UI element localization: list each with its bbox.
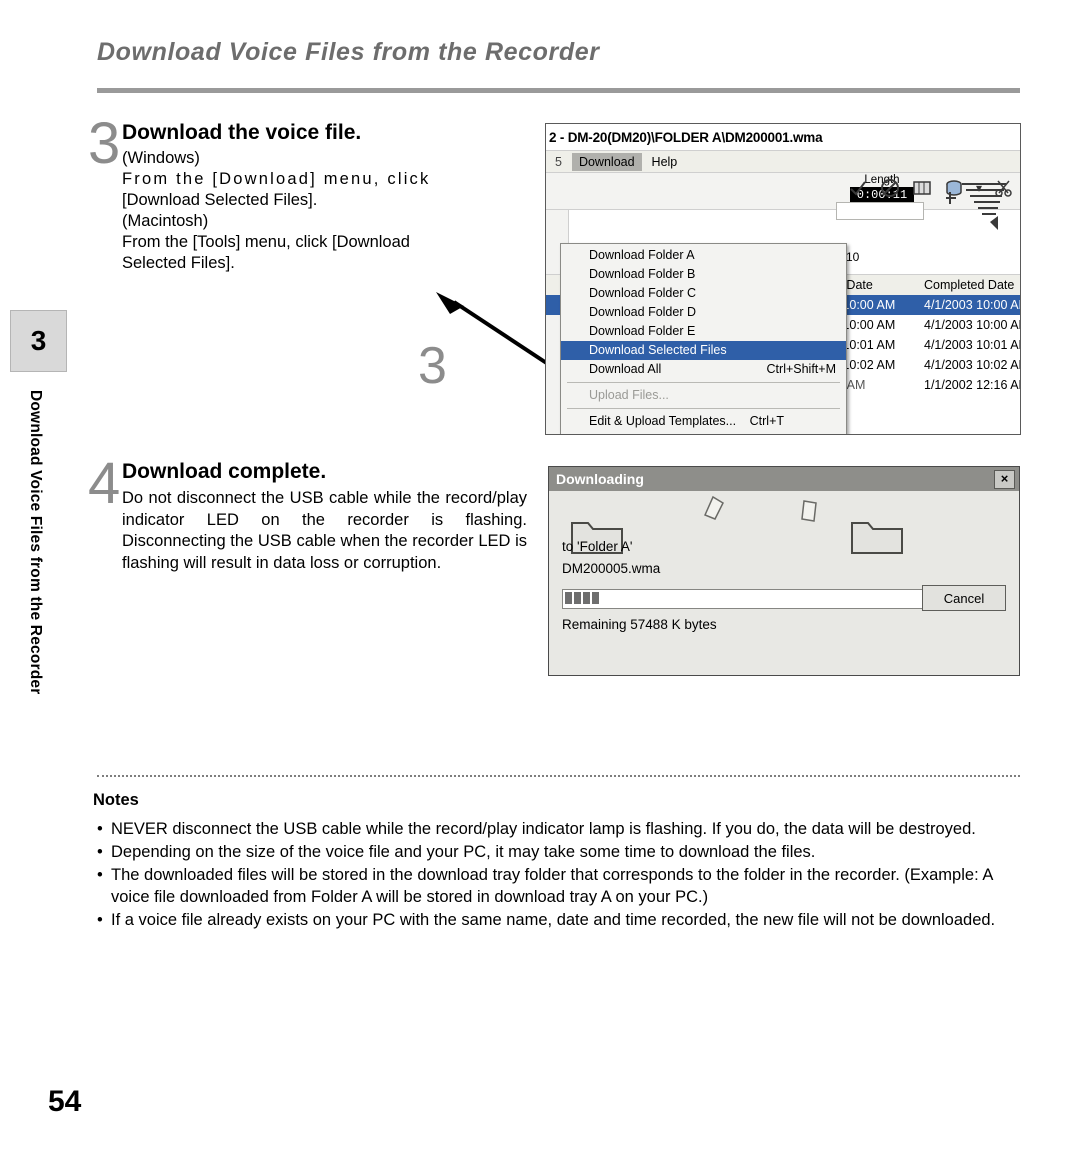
value-field[interactable] — [836, 202, 924, 220]
note-item: • NEVER disconnect the USB cable while t… — [95, 818, 1022, 840]
check-icon[interactable] — [848, 178, 868, 198]
dialog-body: to 'Folder A' DM200005.wma Cancel Remain… — [549, 491, 1019, 673]
step-3-number: 3 — [88, 111, 121, 176]
note-item: • Depending on the size of the voice fil… — [95, 841, 1022, 863]
notes-heading: Notes — [93, 791, 139, 809]
step-4-body: Do not disconnect the USB cable while th… — [122, 489, 527, 572]
step-3-line-4: (Macintosh) — [122, 212, 209, 230]
note-text: NEVER disconnect the USB cable while the… — [111, 820, 976, 838]
step-3-line-5: From the [Tools] menu, click [Download — [122, 233, 410, 251]
progress-block — [592, 592, 599, 604]
menu-option-shortcut: Ctrl+Shift+M — [766, 362, 836, 376]
menu-option-transfer-date-time[interactable]: Transfer Date/Time... — [561, 431, 846, 434]
page-number: 54 — [48, 1085, 82, 1118]
destination-folder-icon — [851, 522, 903, 554]
menu-window-title: 2 - DM-20(DM20)\FOLDER A\DM200001.wma — [549, 129, 823, 145]
close-icon[interactable]: × — [994, 469, 1015, 489]
menu-option-edit-upload-templates[interactable]: Edit & Upload Templates... Ctrl+T — [561, 412, 846, 431]
step-4-heading: Download complete. — [122, 460, 327, 483]
destination-folder-label: to 'Folder A' — [562, 539, 633, 554]
step-3-line-6: Selected Files]. — [122, 254, 235, 272]
menu-option-download-folder-c[interactable]: Download Folder C — [561, 284, 846, 303]
progress-block — [583, 592, 590, 604]
downloading-dialog: Downloading × to 'Folder A' DM200005.wma… — [548, 466, 1020, 676]
menu-bar: 5 Download Help — [546, 151, 1020, 173]
menu-item-help[interactable]: Help — [645, 153, 685, 171]
progress-block — [565, 592, 572, 604]
notes-divider — [97, 775, 1020, 777]
menu-option-download-selected-files[interactable]: Download Selected Files — [561, 341, 846, 360]
row-cell-completed: 1/1/2002 12:16 AM — [924, 378, 1021, 392]
step-3-line-2: From the [Download] menu, click — [122, 170, 431, 188]
bullet-icon: • — [97, 866, 103, 884]
note-text: If a voice file already exists on your P… — [111, 911, 996, 929]
download-dropdown-menu[interactable]: Download Folder A Download Folder B Down… — [560, 243, 847, 434]
menu-separator — [567, 382, 840, 383]
remaining-bytes-label: Remaining 57488 K bytes — [562, 617, 717, 632]
row-cell-completed: 4/1/2003 10:00 AM — [924, 298, 1021, 312]
notes-list: • NEVER disconnect the USB cable while t… — [95, 818, 1022, 932]
page-header: Download Voice Files from the Recorder — [97, 38, 1020, 67]
step-3-line-1: (Windows) — [122, 149, 200, 167]
bullet-icon: • — [97, 820, 103, 838]
menu-option-download-folder-a[interactable]: Download Folder A — [561, 246, 846, 265]
menu-option-label: Edit & Upload Templates... — [589, 414, 737, 428]
menu-option-download-all[interactable]: Download All Ctrl+Shift+M — [561, 360, 846, 379]
chapter-vertical-label: Download Voice Files from the Recorder — [27, 390, 44, 695]
chapter-tab: 3 — [10, 310, 67, 372]
menu-window-titlebar: 2 - DM-20(DM20)\FOLDER A\DM200001.wma — [546, 124, 1020, 151]
menu-separator — [567, 408, 840, 409]
note-text: Depending on the size of the voice file … — [111, 843, 816, 861]
header-divider — [97, 88, 1020, 93]
step-4-number: 4 — [88, 451, 121, 516]
step-3-line-3: [Download Selected Files]. — [122, 191, 318, 209]
pointer-arrow-icon — [436, 292, 550, 366]
menu-option-upload-files: Upload Files... — [589, 388, 669, 402]
note-item: • The downloaded files will be stored in… — [95, 864, 1022, 908]
menubar-left-char: 5 — [555, 154, 562, 169]
prohibit-icon[interactable] — [880, 178, 900, 198]
dialog-titlebar: Downloading × — [549, 467, 1019, 491]
row-cell-completed: 4/1/2003 10:01 AM — [924, 338, 1021, 352]
row-cell-completed: 4/1/2003 10:00 AM — [924, 318, 1021, 332]
progress-block — [574, 592, 581, 604]
cancel-button[interactable]: Cancel — [922, 585, 1006, 611]
dialog-title: Downloading — [556, 471, 644, 487]
waveform-icon — [946, 183, 1006, 230]
progress-blocks — [565, 592, 923, 604]
flying-document-icon — [801, 500, 817, 522]
screenshot-menu-window: 2 - DM-20(DM20)\FOLDER A\DM200001.wma 5 … — [545, 123, 1021, 435]
menu-option-shortcut: Ctrl+T — [749, 414, 784, 428]
chapter-number: 3 — [30, 325, 47, 356]
note-text: The downloaded files will be stored in t… — [111, 866, 993, 906]
flying-document-icon — [703, 495, 724, 520]
menu-option-label: Download All — [589, 362, 662, 376]
menu-window-body: 0.10 d Date Completed Date ra 8 10:00 AM… — [546, 183, 1021, 434]
column-header-completed: Completed Date — [924, 278, 1015, 292]
menu-option-download-folder-d[interactable]: Download Folder D — [561, 303, 846, 322]
bullet-icon: • — [97, 843, 103, 861]
current-file-label: DM200005.wma — [562, 561, 661, 576]
note-item: • If a voice file already exists on your… — [95, 909, 1022, 931]
step-3-heading: Download the voice file. — [122, 121, 362, 144]
step-3-body: (Windows) From the [Download] menu, clic… — [122, 148, 527, 274]
row-cell-completed: 4/1/2003 10:02 AM — [924, 358, 1021, 372]
grid-icon[interactable] — [912, 178, 932, 198]
menu-option-download-folder-e[interactable]: Download Folder E — [561, 322, 846, 341]
bullet-icon: • — [97, 911, 103, 929]
menu-option-download-folder-b[interactable]: Download Folder B — [561, 265, 846, 284]
menu-item-download[interactable]: Download — [571, 152, 642, 171]
progress-bar — [562, 589, 924, 609]
page-title: Download Voice Files from the Recorder — [97, 38, 600, 66]
